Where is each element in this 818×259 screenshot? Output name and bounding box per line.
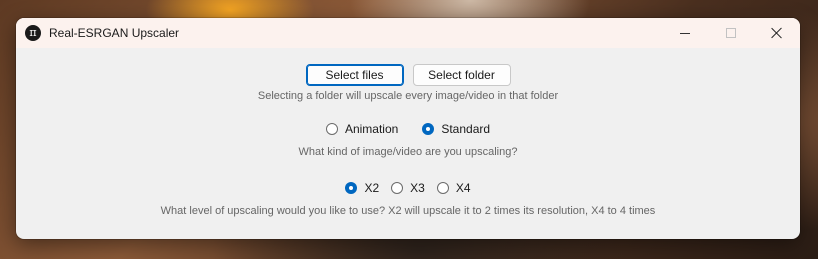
radio-label: Standard: [441, 122, 491, 136]
app-window: π Real-ESRGAN Upscaler Select files Sele…: [16, 18, 800, 239]
maximize-icon: [726, 28, 736, 38]
radio-label: X4: [455, 181, 471, 195]
content-type-radio-standard[interactable]: Standard: [422, 122, 490, 136]
maximize-button[interactable]: [708, 18, 754, 48]
radio-indicator[interactable]: [345, 182, 358, 194]
radio-indicator[interactable]: [391, 182, 404, 194]
content-type-radio-group: Animation Standard: [325, 122, 490, 136]
radio-indicator[interactable]: [436, 182, 449, 194]
select-files-button[interactable]: Select files: [305, 64, 404, 86]
scale-hint-row: What level of upscaling would you like t…: [16, 205, 800, 217]
file-selection-hint: Selecting a folder will upscale every im…: [257, 90, 559, 102]
close-icon: [771, 27, 783, 39]
window-controls: [662, 18, 800, 48]
main-content: Select files Select folder Selecting a f…: [16, 48, 800, 239]
scale-hint: What level of upscaling would you like t…: [160, 205, 656, 217]
select-folder-button[interactable]: Select folder: [412, 64, 511, 86]
file-buttons-row: Select files Select folder: [16, 64, 800, 86]
radio-label: X2: [364, 181, 380, 195]
radio-label: Animation: [344, 122, 399, 136]
radio-label: X3: [410, 181, 425, 195]
close-button[interactable]: [754, 18, 800, 48]
scale-radio-x3[interactable]: X3: [391, 181, 425, 195]
content-type-radio-animation[interactable]: Animation: [325, 122, 399, 136]
scale-radio-x4[interactable]: X4: [436, 181, 471, 195]
radio-indicator[interactable]: [422, 123, 435, 135]
minimize-button[interactable]: [662, 18, 708, 48]
title-bar[interactable]: π Real-ESRGAN Upscaler: [16, 18, 800, 48]
file-hint-row: Selecting a folder will upscale every im…: [16, 90, 800, 102]
content-type-hint-row: What kind of image/video are you upscali…: [16, 146, 800, 158]
minimize-icon: [680, 32, 690, 34]
scale-row: X2 X3 X4: [16, 181, 800, 195]
pi-icon: π: [25, 25, 41, 41]
scale-radio-group: X2 X3 X4: [345, 181, 471, 195]
window-title: Real-ESRGAN Upscaler: [49, 26, 180, 40]
content-type-row: Animation Standard: [16, 122, 800, 136]
scale-radio-x2[interactable]: X2: [345, 181, 379, 195]
radio-indicator[interactable]: [325, 123, 338, 135]
content-type-hint: What kind of image/video are you upscali…: [298, 146, 518, 158]
